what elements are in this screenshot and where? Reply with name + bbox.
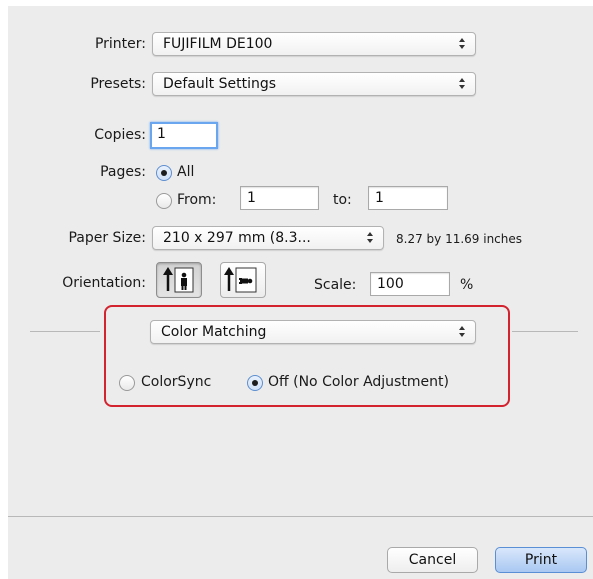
paper-size-label: Paper Size: bbox=[68, 230, 146, 246]
printer-value: FUJIFILM DE100 bbox=[163, 36, 273, 52]
paper-dimensions: 8.27 by 11.69 inches bbox=[396, 232, 523, 246]
copies-field[interactable]: 1 bbox=[150, 122, 218, 149]
landscape-icon bbox=[224, 267, 257, 293]
section-value: Color Matching bbox=[161, 324, 267, 340]
section-divider-left bbox=[30, 331, 100, 332]
presets-value: Default Settings bbox=[163, 76, 277, 92]
pages-to-field[interactable]: 1 bbox=[368, 186, 448, 210]
presets-select[interactable]: Default Settings bbox=[152, 72, 476, 96]
pages-to-label: to: bbox=[333, 192, 352, 208]
portrait-icon bbox=[163, 267, 194, 293]
scale-field[interactable]: 100 bbox=[370, 272, 450, 296]
orientation-label: Orientation: bbox=[62, 275, 146, 291]
pages-label: Pages: bbox=[100, 164, 146, 180]
section-divider-right bbox=[512, 331, 578, 332]
scale-unit: % bbox=[460, 277, 474, 293]
cancel-button[interactable]: Cancel bbox=[387, 547, 478, 573]
section-select[interactable]: Color Matching bbox=[150, 320, 476, 344]
footer-divider bbox=[8, 516, 593, 517]
copies-label: Copies: bbox=[94, 127, 146, 143]
pages-all-label: All bbox=[177, 164, 195, 180]
pages-from-label: From: bbox=[177, 192, 217, 208]
color-off-label: Off (No Color Adjustment) bbox=[268, 374, 449, 390]
popup-arrows-icon bbox=[367, 230, 375, 246]
pages-from-radio[interactable] bbox=[156, 193, 172, 209]
popup-arrows-icon bbox=[459, 324, 467, 340]
orientation-portrait-button[interactable] bbox=[156, 262, 202, 298]
colorsync-label: ColorSync bbox=[141, 374, 212, 390]
printer-label: Printer: bbox=[94, 36, 146, 52]
popup-arrows-icon bbox=[459, 76, 467, 92]
printer-select[interactable]: FUJIFILM DE100 bbox=[152, 32, 476, 56]
colorsync-radio[interactable] bbox=[119, 375, 135, 391]
pages-all-radio[interactable] bbox=[156, 165, 172, 181]
paper-size-select[interactable]: 210 x 297 mm (8.3... bbox=[152, 226, 384, 250]
orientation-landscape-button[interactable] bbox=[220, 262, 266, 298]
scale-label: Scale: bbox=[314, 277, 357, 293]
presets-label: Presets: bbox=[90, 76, 146, 92]
popup-arrows-icon bbox=[459, 36, 467, 52]
color-off-radio[interactable] bbox=[247, 375, 263, 391]
print-button[interactable]: Print bbox=[495, 547, 587, 573]
paper-size-value: 210 x 297 mm (8.3... bbox=[163, 230, 311, 246]
pages-from-field[interactable]: 1 bbox=[240, 186, 319, 210]
